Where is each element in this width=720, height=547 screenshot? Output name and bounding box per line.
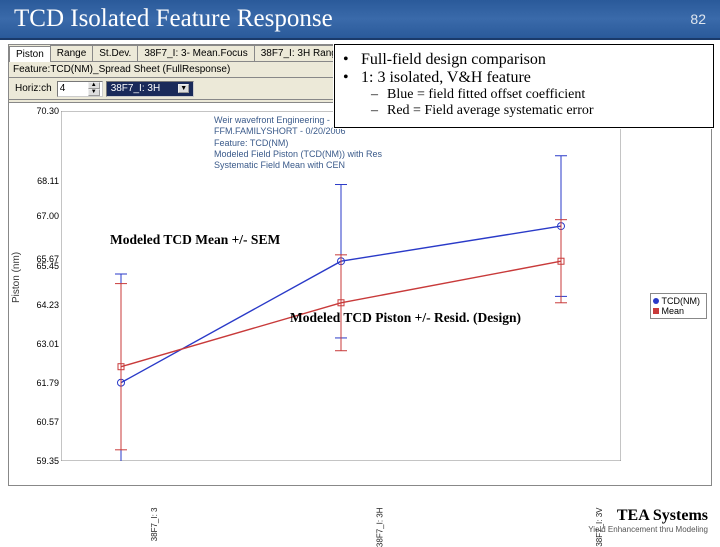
page-number: 82: [690, 11, 706, 27]
tab-piston[interactable]: Piston: [9, 46, 51, 62]
x-axis-ticks: 38F7_I: 338F7_I: 3H38F7_I: 3V: [61, 463, 621, 509]
horiz-spin-input[interactable]: [60, 83, 88, 94]
info-line: Feature: TCD(NM): [214, 138, 514, 149]
annotation-piston-resid: Modeled TCD Piston +/- Resid. (Design): [290, 310, 521, 326]
horiz-spin[interactable]: ▲ ▼: [57, 81, 103, 97]
overlay-sub: –Blue = field fitted offset coefficient: [343, 87, 705, 103]
tab-stdev[interactable]: St.Dev.: [92, 45, 138, 61]
chevron-down-icon: ▼: [178, 84, 189, 93]
slide-title: TCD Isolated Feature Response: [14, 5, 333, 33]
tagline: Yield Enhancement thru Modeling: [588, 525, 708, 534]
spin-down-icon[interactable]: ▼: [88, 89, 100, 96]
brand: TEA Systems: [588, 507, 708, 525]
y-axis-ticks: 70.3068.1167.0065.6765.4564.2363.0161.79…: [21, 111, 59, 461]
info-line: Systematic Field Mean with CEN: [214, 160, 514, 171]
chart-legend: TCD(NM) Mean: [650, 293, 708, 319]
legend-marker-icon: [653, 298, 659, 304]
spin-up-icon[interactable]: ▲: [88, 82, 100, 89]
legend-item: TCD(NM): [653, 296, 701, 306]
overlay-notes: •Full-field design comparison •1: 3 isol…: [334, 44, 714, 128]
legend-item: Mean: [653, 306, 701, 316]
overlay-bullet: •Full-field design comparison: [343, 51, 705, 69]
tab-range[interactable]: Range: [50, 45, 93, 61]
chart-area: Weir wavefront Engineering - Family FFM.…: [9, 102, 711, 485]
dropdown-value: 38F7_I: 3H: [111, 83, 160, 94]
overlay-sub: –Red = Field average systematic error: [343, 103, 705, 119]
series-dropdown[interactable]: 38F7_I: 3H ▼: [106, 81, 194, 97]
title-bar: TCD Isolated Feature Response 82: [0, 0, 720, 40]
tab-mean-focus[interactable]: 38F7_I: 3- Mean.Focus: [137, 45, 254, 61]
overlay-bullet: •1: 3 isolated, V&H feature: [343, 69, 705, 87]
legend-marker-icon: [653, 308, 659, 314]
annotation-mean-sem: Modeled TCD Mean +/- SEM: [110, 232, 280, 248]
horiz-label: Horiz:ch: [15, 83, 52, 94]
slide-footer: TEA Systems Yield Enhancement thru Model…: [588, 507, 708, 534]
info-line: Modeled Field Piston (TCD(NM)) with Res: [214, 149, 514, 160]
